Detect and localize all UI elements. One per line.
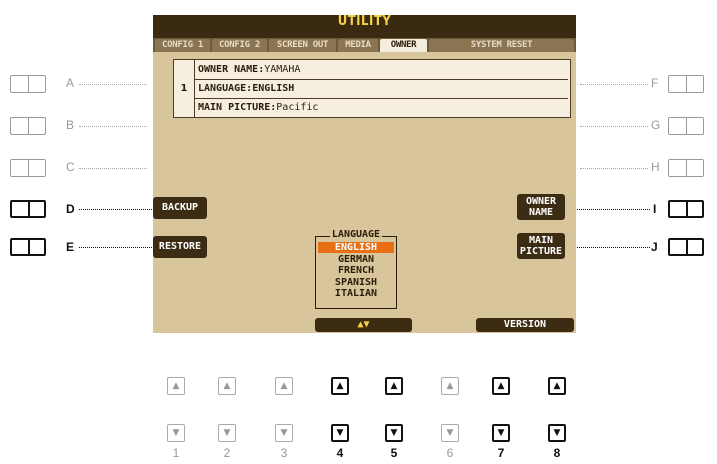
side-label-e: E — [66, 240, 75, 254]
owner-name-button[interactable]: OWNER NAME — [517, 194, 565, 220]
updown-button[interactable]: ▲▼ — [315, 318, 412, 332]
screen-title: UTILITY — [337, 14, 392, 29]
leader-line-e — [79, 247, 154, 248]
leader-line-c — [79, 168, 147, 169]
side-label-c: C — [66, 160, 75, 174]
owner-name-row: OWNER NAME:YAMAHA — [195, 60, 568, 80]
number-label-1: 1 — [172, 446, 180, 460]
up-button-6[interactable]: ▲ — [441, 377, 459, 395]
restore-button[interactable]: RESTORE — [153, 236, 207, 258]
tab-media[interactable]: MEDIA — [338, 39, 378, 52]
backup-button[interactable]: BACKUP — [153, 197, 207, 219]
number-label-2: 2 — [223, 446, 231, 460]
language-option-english[interactable]: ENGLISH — [318, 242, 394, 253]
main-picture-value: Pacific — [276, 102, 319, 113]
side-label-b: B — [66, 118, 75, 132]
leader-line-i — [575, 209, 650, 210]
owner-name-value: YAMAHA — [264, 64, 301, 75]
tab-bar: CONFIG 1 CONFIG 2 SCREEN OUT MEDIA OWNER… — [153, 38, 576, 52]
number-label-3: 3 — [280, 446, 288, 460]
side-label-f: F — [651, 76, 659, 90]
language-selector-title: LANGUAGE — [316, 229, 396, 240]
number-label-6: 6 — [446, 446, 454, 460]
side-button-b[interactable] — [10, 117, 46, 135]
side-button-e[interactable] — [10, 238, 46, 256]
tab-system-reset[interactable]: SYSTEM RESET — [429, 39, 574, 52]
main-picture-button-line2: PICTURE — [519, 246, 563, 257]
language-option-italian[interactable]: ITALIAN — [318, 288, 394, 299]
leader-line-f — [580, 84, 648, 85]
down-button-7[interactable]: ▼ — [492, 424, 510, 442]
side-label-j: J — [651, 240, 658, 254]
number-label-5: 5 — [390, 446, 398, 460]
down-button-4[interactable]: ▼ — [331, 424, 349, 442]
language-selector-title-text: LANGUAGE — [329, 229, 383, 240]
language-option-french[interactable]: FRENCH — [318, 265, 394, 276]
up-button-7[interactable]: ▲ — [492, 377, 510, 395]
number-label-7: 7 — [497, 446, 505, 460]
title-bar: UTILITY — [153, 14, 576, 39]
up-button-3[interactable]: ▲ — [275, 377, 293, 395]
up-button-2[interactable]: ▲ — [218, 377, 236, 395]
side-button-i[interactable] — [668, 200, 704, 218]
side-label-d: D — [66, 202, 75, 216]
side-button-a[interactable] — [10, 75, 46, 93]
lcd-screen: UTILITY CONFIG 1 CONFIG 2 SCREEN OUT MED… — [153, 14, 576, 333]
down-button-5[interactable]: ▼ — [385, 424, 403, 442]
language-value: ENGLISH — [252, 83, 295, 94]
leader-line-d — [79, 209, 154, 210]
side-button-d[interactable] — [10, 200, 46, 218]
language-option-spanish[interactable]: SPANISH — [318, 277, 394, 288]
number-label-4: 4 — [336, 446, 344, 460]
down-button-8[interactable]: ▼ — [548, 424, 566, 442]
side-label-h: H — [651, 160, 660, 174]
side-button-f[interactable] — [668, 75, 704, 93]
side-label-g: G — [651, 118, 661, 132]
owner-name-button-line1: OWNER — [525, 196, 557, 207]
up-button-5[interactable]: ▲ — [385, 377, 403, 395]
version-button[interactable]: VERSION — [476, 318, 574, 332]
side-button-j[interactable] — [668, 238, 704, 256]
side-label-i: I — [653, 202, 657, 216]
language-key: LANGUAGE: — [198, 83, 253, 94]
side-label-a: A — [66, 76, 75, 90]
main-picture-button-line1: MAIN — [528, 235, 554, 246]
down-button-3[interactable]: ▼ — [275, 424, 293, 442]
tab-screen-out[interactable]: SCREEN OUT — [269, 39, 336, 52]
leader-line-b — [79, 126, 147, 127]
tab-config-2[interactable]: CONFIG 2 — [212, 39, 267, 52]
leader-line-j — [575, 247, 650, 248]
up-button-1[interactable]: ▲ — [167, 377, 185, 395]
leader-line-h — [580, 168, 648, 169]
language-row: LANGUAGE:ENGLISH — [195, 79, 568, 99]
main-picture-row: MAIN PICTURE:Pacific — [195, 98, 568, 117]
tab-owner[interactable]: OWNER — [380, 39, 427, 52]
tab-config-1[interactable]: CONFIG 1 — [155, 39, 210, 52]
main-picture-key: MAIN PICTURE: — [198, 102, 277, 113]
side-button-h[interactable] — [668, 159, 704, 177]
language-selector[interactable]: LANGUAGE ENGLISH GERMAN FRENCH SPANISH I… — [315, 229, 397, 309]
owner-info-panel: 1 OWNER NAME:YAMAHA LANGUAGE:ENGLISH MAI… — [173, 59, 571, 118]
down-button-2[interactable]: ▼ — [218, 424, 236, 442]
up-button-8[interactable]: ▲ — [548, 377, 566, 395]
down-button-1[interactable]: ▼ — [167, 424, 185, 442]
down-button-6[interactable]: ▼ — [441, 424, 459, 442]
main-picture-button[interactable]: MAIN PICTURE — [517, 233, 565, 259]
up-button-4[interactable]: ▲ — [331, 377, 349, 395]
number-label-8: 8 — [553, 446, 561, 460]
owner-name-key: OWNER NAME: — [198, 64, 265, 75]
side-button-c[interactable] — [10, 159, 46, 177]
leader-line-a — [79, 84, 147, 85]
info-index: 1 — [174, 60, 195, 117]
side-button-g[interactable] — [668, 117, 704, 135]
language-option-german[interactable]: GERMAN — [318, 254, 394, 265]
owner-name-button-line2: NAME — [528, 207, 554, 218]
leader-line-g — [580, 126, 648, 127]
